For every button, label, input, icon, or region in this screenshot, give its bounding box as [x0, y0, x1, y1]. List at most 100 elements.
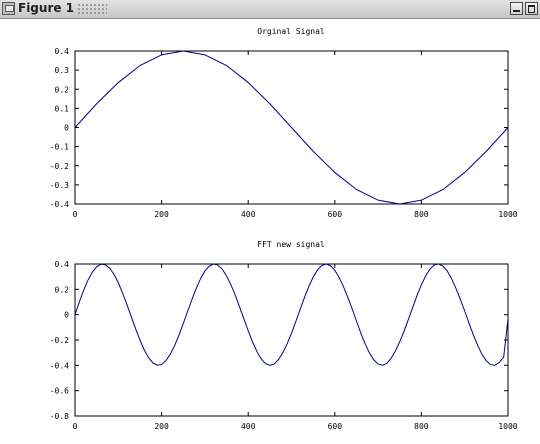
- data-point: [239, 306, 240, 307]
- data-point: [442, 189, 443, 190]
- y-tick-label: 0.3: [55, 66, 70, 75]
- data-point: [187, 311, 188, 312]
- signal-line: [74, 263, 509, 366]
- data-point: [230, 284, 231, 285]
- data-point: [105, 264, 106, 265]
- data-point: [313, 277, 314, 278]
- data-point: [144, 349, 145, 350]
- data-point: [74, 314, 75, 315]
- data-point: [451, 278, 452, 279]
- data-point: [204, 54, 205, 55]
- data-point: [209, 266, 210, 267]
- data-point: [382, 365, 383, 366]
- data-point: [486, 360, 487, 361]
- data-point: [421, 200, 422, 201]
- chart-title: FFT new signal: [257, 240, 325, 249]
- data-point: [152, 362, 153, 363]
- data-point: [412, 307, 413, 308]
- title-bar[interactable]: Figure 1: [0, 0, 540, 19]
- y-tick-label: 0: [64, 124, 69, 133]
- y-tick-label: -0.8: [50, 412, 69, 421]
- x-tick-label: 200: [154, 422, 169, 431]
- figure-canvas: Orginal Signal 0 200 400 600 800 1000 0.4 0.3 0.…: [50, 27, 518, 431]
- y-tick-label: -0.3: [50, 181, 69, 190]
- x-tick-label: 1000: [498, 422, 517, 431]
- data-point: [378, 200, 379, 201]
- data-point: [83, 290, 84, 291]
- data-point: [399, 203, 400, 204]
- data-point: [360, 332, 361, 333]
- data-point: [503, 357, 504, 358]
- data-point: [434, 264, 435, 265]
- data-point: [157, 365, 158, 366]
- y-tick-label: 0.4: [55, 47, 70, 56]
- y-tick-label: -0.4: [50, 361, 69, 370]
- data-point: [92, 272, 93, 273]
- data-point: [339, 277, 340, 278]
- y-tick-label: 0.2: [55, 285, 70, 294]
- data-point: [79, 301, 80, 302]
- data-point: [291, 127, 292, 128]
- data-point: [490, 364, 491, 365]
- data-point: [308, 286, 309, 287]
- y-tick-label: -0.2: [50, 336, 69, 345]
- x-tick-label: 800: [414, 422, 429, 431]
- data-point: [213, 263, 214, 264]
- data-point: [408, 319, 409, 320]
- data-point: [113, 274, 114, 275]
- data-point: [460, 299, 461, 300]
- subplot-fft-new-signal: FFT new signal 0 200 400 600 800 10000.40.20-…: [50, 240, 518, 431]
- data-point: [403, 330, 404, 331]
- chart-title: Orginal Signal: [257, 27, 325, 36]
- data-point: [499, 362, 500, 363]
- x-tick-label: 1000: [498, 210, 517, 219]
- x-tick-label: 600: [328, 210, 343, 219]
- data-point: [274, 363, 275, 364]
- data-point: [313, 151, 314, 152]
- data-point: [304, 297, 305, 298]
- data-point: [399, 341, 400, 342]
- y-tick-label: 0.4: [55, 260, 70, 269]
- data-point: [118, 82, 119, 83]
- x-tick-label: 0: [73, 210, 78, 219]
- data-point: [139, 339, 140, 340]
- x-tick-label: 800: [414, 210, 429, 219]
- data-point: [235, 294, 236, 295]
- data-point: [464, 310, 465, 311]
- data-point: [369, 352, 370, 353]
- data-point: [248, 82, 249, 83]
- data-point: [269, 365, 270, 366]
- data-point: [416, 295, 417, 296]
- y-tick-label: 0.1: [55, 104, 70, 113]
- data-point: [122, 293, 123, 294]
- data-point: [261, 358, 262, 359]
- data-point: [126, 304, 127, 305]
- data-point: [365, 343, 366, 344]
- data-point: [507, 127, 508, 128]
- data-point: [131, 316, 132, 317]
- minimize-icon[interactable]: [510, 2, 523, 15]
- data-point: [330, 265, 331, 266]
- data-point: [161, 54, 162, 55]
- data-point: [481, 354, 482, 355]
- data-point: [226, 275, 227, 276]
- figure-window-icon[interactable]: [2, 2, 15, 15]
- data-point: [477, 345, 478, 346]
- data-point: [161, 364, 162, 365]
- figure-window: Figure 1 Orginal Signal 0 200 400 600 800 100…: [0, 0, 540, 444]
- maximize-icon[interactable]: [525, 2, 538, 15]
- data-point: [248, 330, 249, 331]
- data-point: [438, 263, 439, 264]
- y-tick-label: 0.2: [55, 85, 70, 94]
- data-point: [295, 321, 296, 322]
- data-point: [464, 172, 465, 173]
- subplot-original-signal: Orginal Signal 0 200 400 600 800 1000 0.4 0.3 0.…: [50, 27, 518, 219]
- x-tick-label: 0: [73, 422, 78, 431]
- data-point: [442, 266, 443, 267]
- data-point: [109, 268, 110, 269]
- data-point: [222, 269, 223, 270]
- data-point: [494, 365, 495, 366]
- data-point: [256, 351, 257, 352]
- data-point: [252, 341, 253, 342]
- data-point: [278, 359, 279, 360]
